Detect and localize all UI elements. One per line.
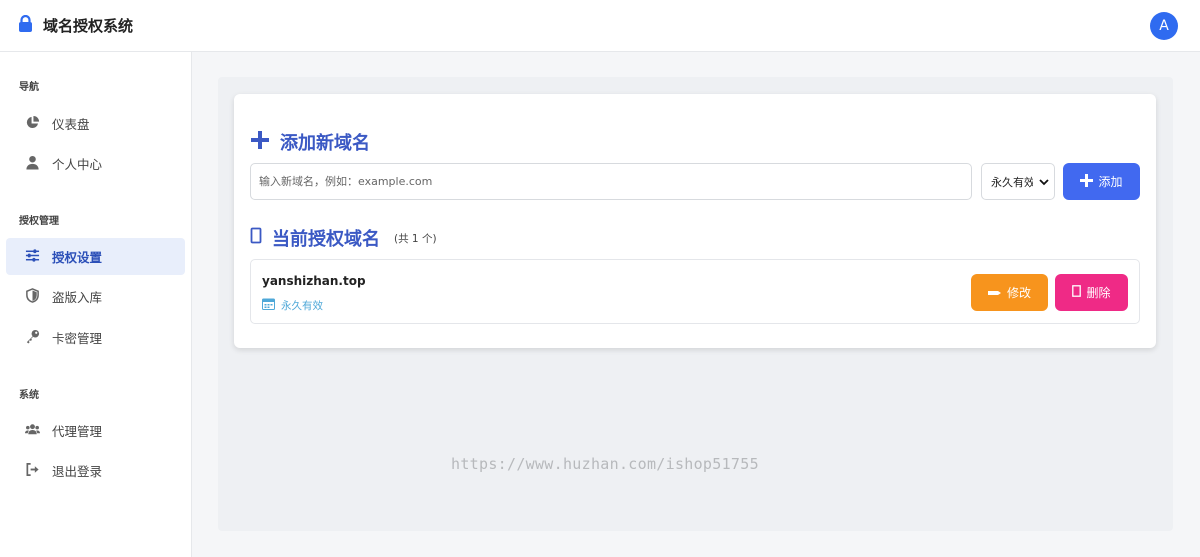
add-domain-heading: 添加新域名: [250, 129, 370, 155]
sidebar-item-label: 退出登录: [52, 464, 103, 479]
add-button[interactable]: 添加: [1063, 163, 1140, 200]
avatar[interactable]: A: [1150, 12, 1178, 40]
trash-icon: [1072, 285, 1082, 300]
top-bar: 域名授权系统 A: [0, 0, 1200, 52]
sidebar-section-nav: 导航: [19, 82, 39, 93]
duration-select-value: 永久有效: [991, 175, 1033, 189]
sidebar-item-profile[interactable]: 个人中心: [6, 145, 185, 182]
sliders-icon: [25, 248, 40, 266]
delete-button[interactable]: 删除: [1055, 274, 1128, 311]
chart-pie-icon: [25, 115, 40, 133]
sidebar-item-piracy[interactable]: 盗版入库: [6, 278, 185, 315]
watermark: https://www.huzhan.com/ishop51755: [451, 455, 759, 473]
sidebar-section-system: 系统: [19, 390, 39, 401]
lock-icon: [18, 14, 33, 36]
sidebar-item-agents[interactable]: 代理管理: [6, 412, 185, 449]
sign-out-icon: [25, 462, 40, 480]
domain-count: (共 1 个): [394, 232, 437, 245]
sidebar-item-label: 授权设置: [52, 250, 103, 265]
chevron-down-icon: [1039, 177, 1049, 190]
sidebar-item-auth-settings[interactable]: 授权设置: [6, 238, 185, 275]
current-domains-heading: 当前授权域名 (共 1 个): [250, 225, 437, 251]
pen-icon: [987, 286, 1002, 300]
sidebar-item-label: 代理管理: [52, 424, 103, 439]
edit-button[interactable]: 修改: [971, 274, 1048, 311]
app-title: 域名授权系统: [43, 17, 134, 35]
sidebar-item-dashboard[interactable]: 仪表盘: [6, 105, 185, 142]
calendar-icon: [262, 298, 275, 313]
domain-input[interactable]: [250, 163, 972, 200]
key-icon: [25, 329, 40, 347]
user-icon: [25, 155, 40, 173]
users-icon: [25, 422, 40, 440]
domain-name: yanshizhan.top: [262, 274, 366, 288]
domain-validity: 永久有效: [262, 298, 323, 313]
brand[interactable]: 域名授权系统: [18, 14, 134, 36]
mobile-icon: [250, 227, 262, 249]
plus-icon: [250, 130, 270, 155]
sidebar-item-logout[interactable]: 退出登录: [6, 452, 185, 489]
sidebar-item-label: 个人中心: [52, 157, 103, 172]
sidebar-item-card-keys[interactable]: 卡密管理: [6, 319, 185, 356]
duration-select[interactable]: 永久有效: [981, 163, 1055, 200]
shield-icon: [25, 287, 40, 306]
sidebar-item-label: 卡密管理: [52, 331, 103, 346]
plus-icon: [1080, 173, 1094, 190]
sidebar-section-auth: 授权管理: [19, 216, 59, 227]
sidebar-item-label: 仪表盘: [52, 117, 90, 132]
sidebar-item-label: 盗版入库: [52, 290, 103, 305]
